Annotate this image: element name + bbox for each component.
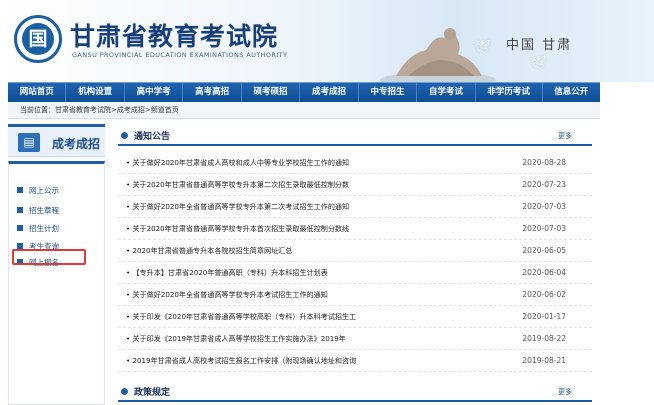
nav-item-graduate-exam[interactable]: 硕考硕招: [242, 83, 301, 102]
news-title[interactable]: • 2019年甘肃省成人高校考试招生报名工作安排（附现场确认地址和咨询: [126, 356, 506, 366]
sidebar-item-admission-rules[interactable]: 招生章程: [17, 204, 59, 216]
news-row[interactable]: • 关于做好2020年甘肃省成人高校和成人中等专业学校招生工作的通知 2020-0…: [118, 152, 592, 174]
notices-title: 通知公告: [134, 132, 171, 142]
nav-item-adult-exam[interactable]: 成考成招: [300, 83, 359, 102]
news-row[interactable]: • 【专升本】甘肃省2020年普通高职（专科）升本科招生计划表 2020-06-0…: [118, 262, 592, 284]
news-date: 2020-01-17: [522, 312, 566, 321]
news-date: 2020-06-05: [522, 246, 566, 255]
notices-more-link[interactable]: 更多: [558, 131, 572, 141]
news-row[interactable]: • 2020年甘肃省普通专升本各院校招生简章网址汇总 2020-06-05: [118, 240, 592, 262]
nav-item-organization[interactable]: 机构设置: [66, 83, 125, 102]
sidebar-item-label: 招生计划: [29, 223, 59, 233]
news-date: 2019-08-21: [522, 356, 566, 365]
notices-header: 通知公告 更多: [118, 126, 592, 146]
news-row[interactable]: • 关于做好2020年全省普通高等学校专升本考试招生工作的通知 2020-06-0…: [118, 284, 592, 306]
news-title[interactable]: • 关于印发《2020年甘肃省普通高等学校高职（专科）升本科考试招生工: [126, 312, 506, 322]
site-subtitle: GANSU PROVINCIAL EDUCATION EXAMINATIONS …: [72, 51, 288, 59]
sidebar-menu: 网上公示 招生章程 招生计划 考生查询 网上报名: [8, 161, 105, 405]
news-row[interactable]: • 关于2020年甘肃省普通高等学校专升本第二次招生录取最低控制分数 2020-0…: [118, 174, 592, 196]
main-content: 通知公告 更多 • 关于做好2020年甘肃省成人高校和成人中等专业学校招生工作的…: [118, 124, 592, 405]
bullet-icon: [17, 207, 23, 213]
nav-item-vocational[interactable]: 中专招生: [359, 83, 418, 102]
news-title[interactable]: • 关于做好2020年全省普通高等学校专升本第二次考试招生工作的通知: [126, 202, 506, 212]
dove-icon: 🕊: [474, 40, 491, 55]
policy-header: 政策规定 更多: [118, 382, 592, 402]
nav-item-self-study[interactable]: 自学考试: [417, 83, 476, 102]
site-title[interactable]: 甘肃省教育考试院: [70, 17, 278, 53]
bullet-icon: [17, 225, 23, 231]
news-date: 2020-08-28: [522, 158, 566, 167]
news-date: 2020-06-02: [522, 290, 566, 299]
sidebar-item-label: 网上公示: [29, 185, 59, 195]
news-row[interactable]: • 关于做好2020年全省普通高等学校专升本第二次考试招生工作的通知 2020-0…: [118, 196, 592, 218]
news-title[interactable]: • 关于2020年甘肃省普通高等学校专升本首次招生录取最低控制分数线: [126, 224, 506, 234]
book-icon: ▤: [18, 133, 40, 152]
news-row[interactable]: • 2019年甘肃省成人高校考试招生报名工作安排（附现场确认地址和咨询 2019-…: [118, 350, 592, 372]
sidebar-item-label: 招生章程: [29, 205, 59, 215]
bullet-icon: [17, 187, 23, 193]
news-date: 2020-07-03: [522, 202, 566, 211]
nav-item-high-school-exam[interactable]: 高中学考: [125, 83, 184, 102]
nav-item-home[interactable]: 网站首页: [8, 83, 67, 102]
news-title[interactable]: • 关于印发《2019年甘肃省成人高等学校招生工作实施办法》2019年: [126, 334, 506, 344]
news-title[interactable]: • 【专升本】甘肃省2020年普通高职（专科）升本科招生计划表: [126, 268, 506, 278]
section-icon: [121, 132, 128, 139]
breadcrumb[interactable]: 当前位置：甘肃省教育考试院>成考成招>频道首页: [20, 105, 179, 115]
main-nav: 网站首页 机构设置 高中学考 高考高招 硕考硕招 成考成招 中专招生 自学考试 …: [8, 82, 600, 102]
news-title[interactable]: • 关于做好2020年全省普通高等学校专升本考试招生工作的通知: [126, 290, 506, 300]
nav-item-disclosure[interactable]: 信息公开: [543, 83, 600, 102]
news-title[interactable]: • 关于做好2020年甘肃省成人高校和成人中等专业学校招生工作的通知: [126, 158, 506, 168]
site-logo-icon[interactable]: 国: [14, 15, 62, 63]
news-date: 2020-07-03: [522, 224, 566, 233]
news-date: 2020-07-23: [522, 180, 566, 189]
sidebar: ▤ 成考成招 网上公示 招生章程 招生计划 考生查询 网上报名: [8, 124, 105, 405]
section-icon: [121, 388, 128, 395]
logo-emblem: 国: [22, 23, 54, 55]
header-right-text: 中国 甘肃: [506, 38, 573, 53]
nav-item-gaokao[interactable]: 高考高招: [183, 83, 242, 102]
news-date: 2019-08-22: [522, 334, 566, 343]
sidebar-title: 成考成招: [52, 137, 101, 151]
sidebar-header: ▤ 成考成招: [8, 124, 105, 157]
sidebar-item-public-notice[interactable]: 网上公示: [17, 184, 59, 196]
news-date: 2020-06-04: [522, 268, 566, 277]
nav-item-non-degree[interactable]: 非学历考试: [476, 83, 543, 102]
news-row[interactable]: • 关于印发《2019年甘肃省成人高等学校招生工作实施办法》2019年 2019-…: [118, 328, 592, 350]
registration-highlight-box: [12, 249, 86, 265]
news-row[interactable]: • 关于2020年甘肃省普通高等学校专升本首次招生录取最低控制分数线 2020-0…: [118, 218, 592, 240]
news-row[interactable]: • 关于印发《2020年甘肃省普通高等学校高职（专科）升本科考试招生工 2020-…: [118, 306, 592, 328]
dove-icon: 🕊: [530, 56, 547, 71]
news-title[interactable]: • 关于2020年甘肃省普通高等学校专升本第二次招生录取最低控制分数: [126, 180, 506, 190]
policy-more-link[interactable]: 更多: [558, 387, 572, 397]
policy-title: 政策规定: [134, 388, 171, 398]
site-header: 国 甘肃省教育考试院 GANSU PROVINCIAL EDUCATION EX…: [0, 0, 654, 82]
breadcrumb-bar: 当前位置：甘肃省教育考试院>成考成招>频道首页: [8, 102, 600, 119]
news-title[interactable]: • 2020年甘肃省普通专升本各院校招生简章网址汇总: [126, 246, 506, 256]
sidebar-item-admission-plan[interactable]: 招生计划: [17, 222, 59, 234]
